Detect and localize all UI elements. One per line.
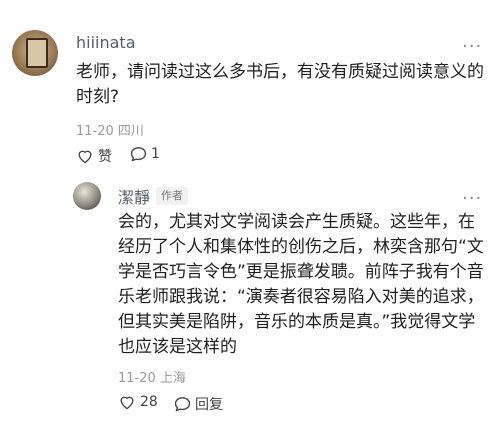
reply-text-line: 经历了个人和集体性的创伤之后，林奕含那句“文: [118, 237, 484, 257]
comment-text: 老师，请问读过这么多书后，有没有质疑过阅读意义的 时刻?: [76, 60, 491, 110]
like-count: 28: [140, 394, 158, 410]
reply-text: 会的，尤其对文学阅读会产生质疑。这些年，在 经历了个人和集体性的创伤之后，林奕含…: [118, 210, 490, 360]
commenter-username[interactable]: hiiinata: [76, 33, 136, 52]
reply-header: 潔靜 作者: [118, 184, 189, 208]
author-username[interactable]: 潔靜: [118, 184, 150, 208]
reply-like-button[interactable]: 28: [118, 394, 158, 410]
reply-meta: 11-20 上海: [118, 371, 186, 386]
author-tag: 作者: [156, 187, 189, 205]
heart-icon: [76, 148, 94, 164]
more-dots-icon[interactable]: ···: [462, 190, 482, 208]
reply-label: 回复: [195, 397, 223, 413]
reply-text-line: 会的，尤其对文学阅读会产生质疑。这些年，在: [118, 212, 475, 232]
reply-text-line: 但其实美是陷阱，音乐的本质是真。”我觉得文学: [118, 312, 476, 332]
reply-count-button[interactable]: 1: [130, 146, 160, 162]
comment-text-line: 时刻?: [76, 87, 120, 107]
commenter-avatar[interactable]: [12, 30, 58, 76]
reply-text-line: 也应该是这样的: [118, 337, 237, 357]
heart-icon: [118, 394, 136, 410]
comment-text-line: 老师，请问读过这么多书后，有没有质疑过阅读意义的: [76, 62, 484, 82]
like-label: 赞: [98, 149, 112, 165]
comment-bubble-icon: [174, 396, 191, 412]
author-avatar[interactable]: [73, 182, 101, 210]
comment-bubble-icon: [130, 146, 147, 162]
comment-meta: 11-20 四川: [76, 124, 144, 139]
reply-count: 1: [151, 146, 160, 162]
reply-text-line: 乐老师跟我说：“演奏者很容易陷入对美的追求，: [118, 287, 484, 307]
more-dots-icon[interactable]: ···: [462, 38, 482, 56]
like-button[interactable]: 赞: [76, 146, 112, 166]
reply-text-line: 学是否巧言令色”更是振聋发聩。前阵子我有个音: [118, 262, 484, 282]
reply-button[interactable]: 回复: [174, 394, 223, 414]
